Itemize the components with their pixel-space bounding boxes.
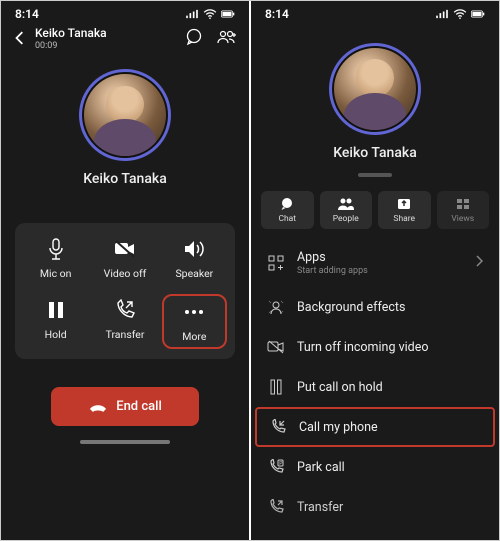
chat-icon	[185, 28, 203, 46]
more-menu-screen: 8:14 Keiko Tanaka Chat People Share View…	[251, 1, 499, 540]
avatar-image	[82, 72, 168, 158]
mic-button[interactable]: Mic on	[21, 237, 90, 280]
status-bar: 8:14	[1, 1, 249, 23]
speaker-button[interactable]: Speaker	[160, 237, 229, 280]
transfer-icon	[113, 298, 137, 322]
quick-people-button[interactable]: People	[320, 191, 373, 229]
call-incoming-icon	[269, 418, 287, 436]
menu-turnoff-video[interactable]: Turn off incoming video	[251, 327, 499, 367]
avatar-ring	[329, 43, 421, 135]
mic-icon	[44, 237, 68, 261]
share-icon	[396, 197, 412, 211]
menu-background-effects[interactable]: Background effects	[251, 287, 499, 327]
avatar-image	[332, 46, 418, 132]
sheet-handle[interactable]	[358, 173, 392, 177]
chat-button[interactable]	[185, 28, 203, 50]
avatar-name: Keiko Tanaka	[333, 145, 417, 161]
hangup-icon	[88, 401, 108, 413]
transfer-button[interactable]: Transfer	[90, 298, 159, 345]
apps-icon	[267, 254, 285, 272]
in-call-screen: 8:14 Keiko Tanaka 00:09 Keiko Tanaka	[1, 1, 249, 540]
quick-views-button[interactable]: Views	[437, 191, 490, 229]
battery-icon	[221, 9, 235, 19]
more-menu-list: Apps Start adding apps Background effect…	[251, 239, 499, 527]
pause-icon	[44, 298, 68, 322]
menu-call-my-phone[interactable]: Call my phone	[255, 407, 495, 447]
more-button[interactable]: More	[162, 294, 227, 349]
video-button[interactable]: Video off	[90, 237, 159, 280]
chevron-right-icon	[475, 255, 483, 271]
wifi-icon	[453, 9, 467, 19]
people-icon	[217, 29, 237, 45]
grid-icon	[455, 197, 471, 211]
battery-icon	[471, 9, 485, 19]
quick-chat-button[interactable]: Chat	[261, 191, 314, 229]
chevron-left-icon	[13, 31, 27, 45]
call-duration: 00:09	[35, 41, 177, 51]
end-call-button[interactable]: End call	[51, 387, 199, 426]
video-off-icon	[113, 237, 137, 261]
menu-transfer[interactable]: Transfer	[251, 487, 499, 527]
speaker-icon	[182, 237, 206, 261]
status-indicators	[435, 9, 485, 19]
status-time: 8:14	[15, 7, 39, 21]
callee-name: Keiko Tanaka	[35, 27, 177, 41]
quick-share-button[interactable]: Share	[378, 191, 431, 229]
menu-park-call[interactable]: P Park call	[251, 447, 499, 487]
status-bar: 8:14	[251, 1, 499, 23]
status-indicators	[185, 9, 235, 19]
home-indicator	[80, 440, 170, 444]
signal-icon	[435, 9, 449, 19]
avatar-ring	[79, 69, 171, 161]
status-time: 8:14	[265, 7, 289, 21]
wifi-icon	[203, 9, 217, 19]
avatar-block: Keiko Tanaka	[251, 43, 499, 161]
quick-action-row: Chat People Share Views	[251, 191, 499, 229]
people-icon	[337, 197, 355, 211]
avatar-name: Keiko Tanaka	[83, 171, 167, 187]
video-off-icon	[267, 338, 285, 356]
pause-icon	[267, 378, 285, 396]
call-info: Keiko Tanaka 00:09	[35, 27, 177, 51]
transfer-icon	[267, 498, 285, 516]
hold-button[interactable]: Hold	[21, 298, 90, 345]
call-top-bar: Keiko Tanaka 00:09	[1, 23, 249, 59]
avatar-block: Keiko Tanaka	[1, 69, 249, 187]
call-action-grid: Mic on Video off Speaker Hold Transfer	[15, 223, 235, 359]
background-effects-icon	[267, 298, 285, 316]
svg-text:P: P	[279, 461, 282, 467]
park-call-icon: P	[267, 458, 285, 476]
more-icon	[182, 300, 206, 324]
back-button[interactable]	[13, 30, 27, 49]
signal-icon	[185, 9, 199, 19]
menu-hold[interactable]: Put call on hold	[251, 367, 499, 407]
menu-apps[interactable]: Apps Start adding apps	[251, 239, 499, 287]
people-button[interactable]	[217, 29, 237, 49]
chat-icon	[279, 197, 295, 211]
